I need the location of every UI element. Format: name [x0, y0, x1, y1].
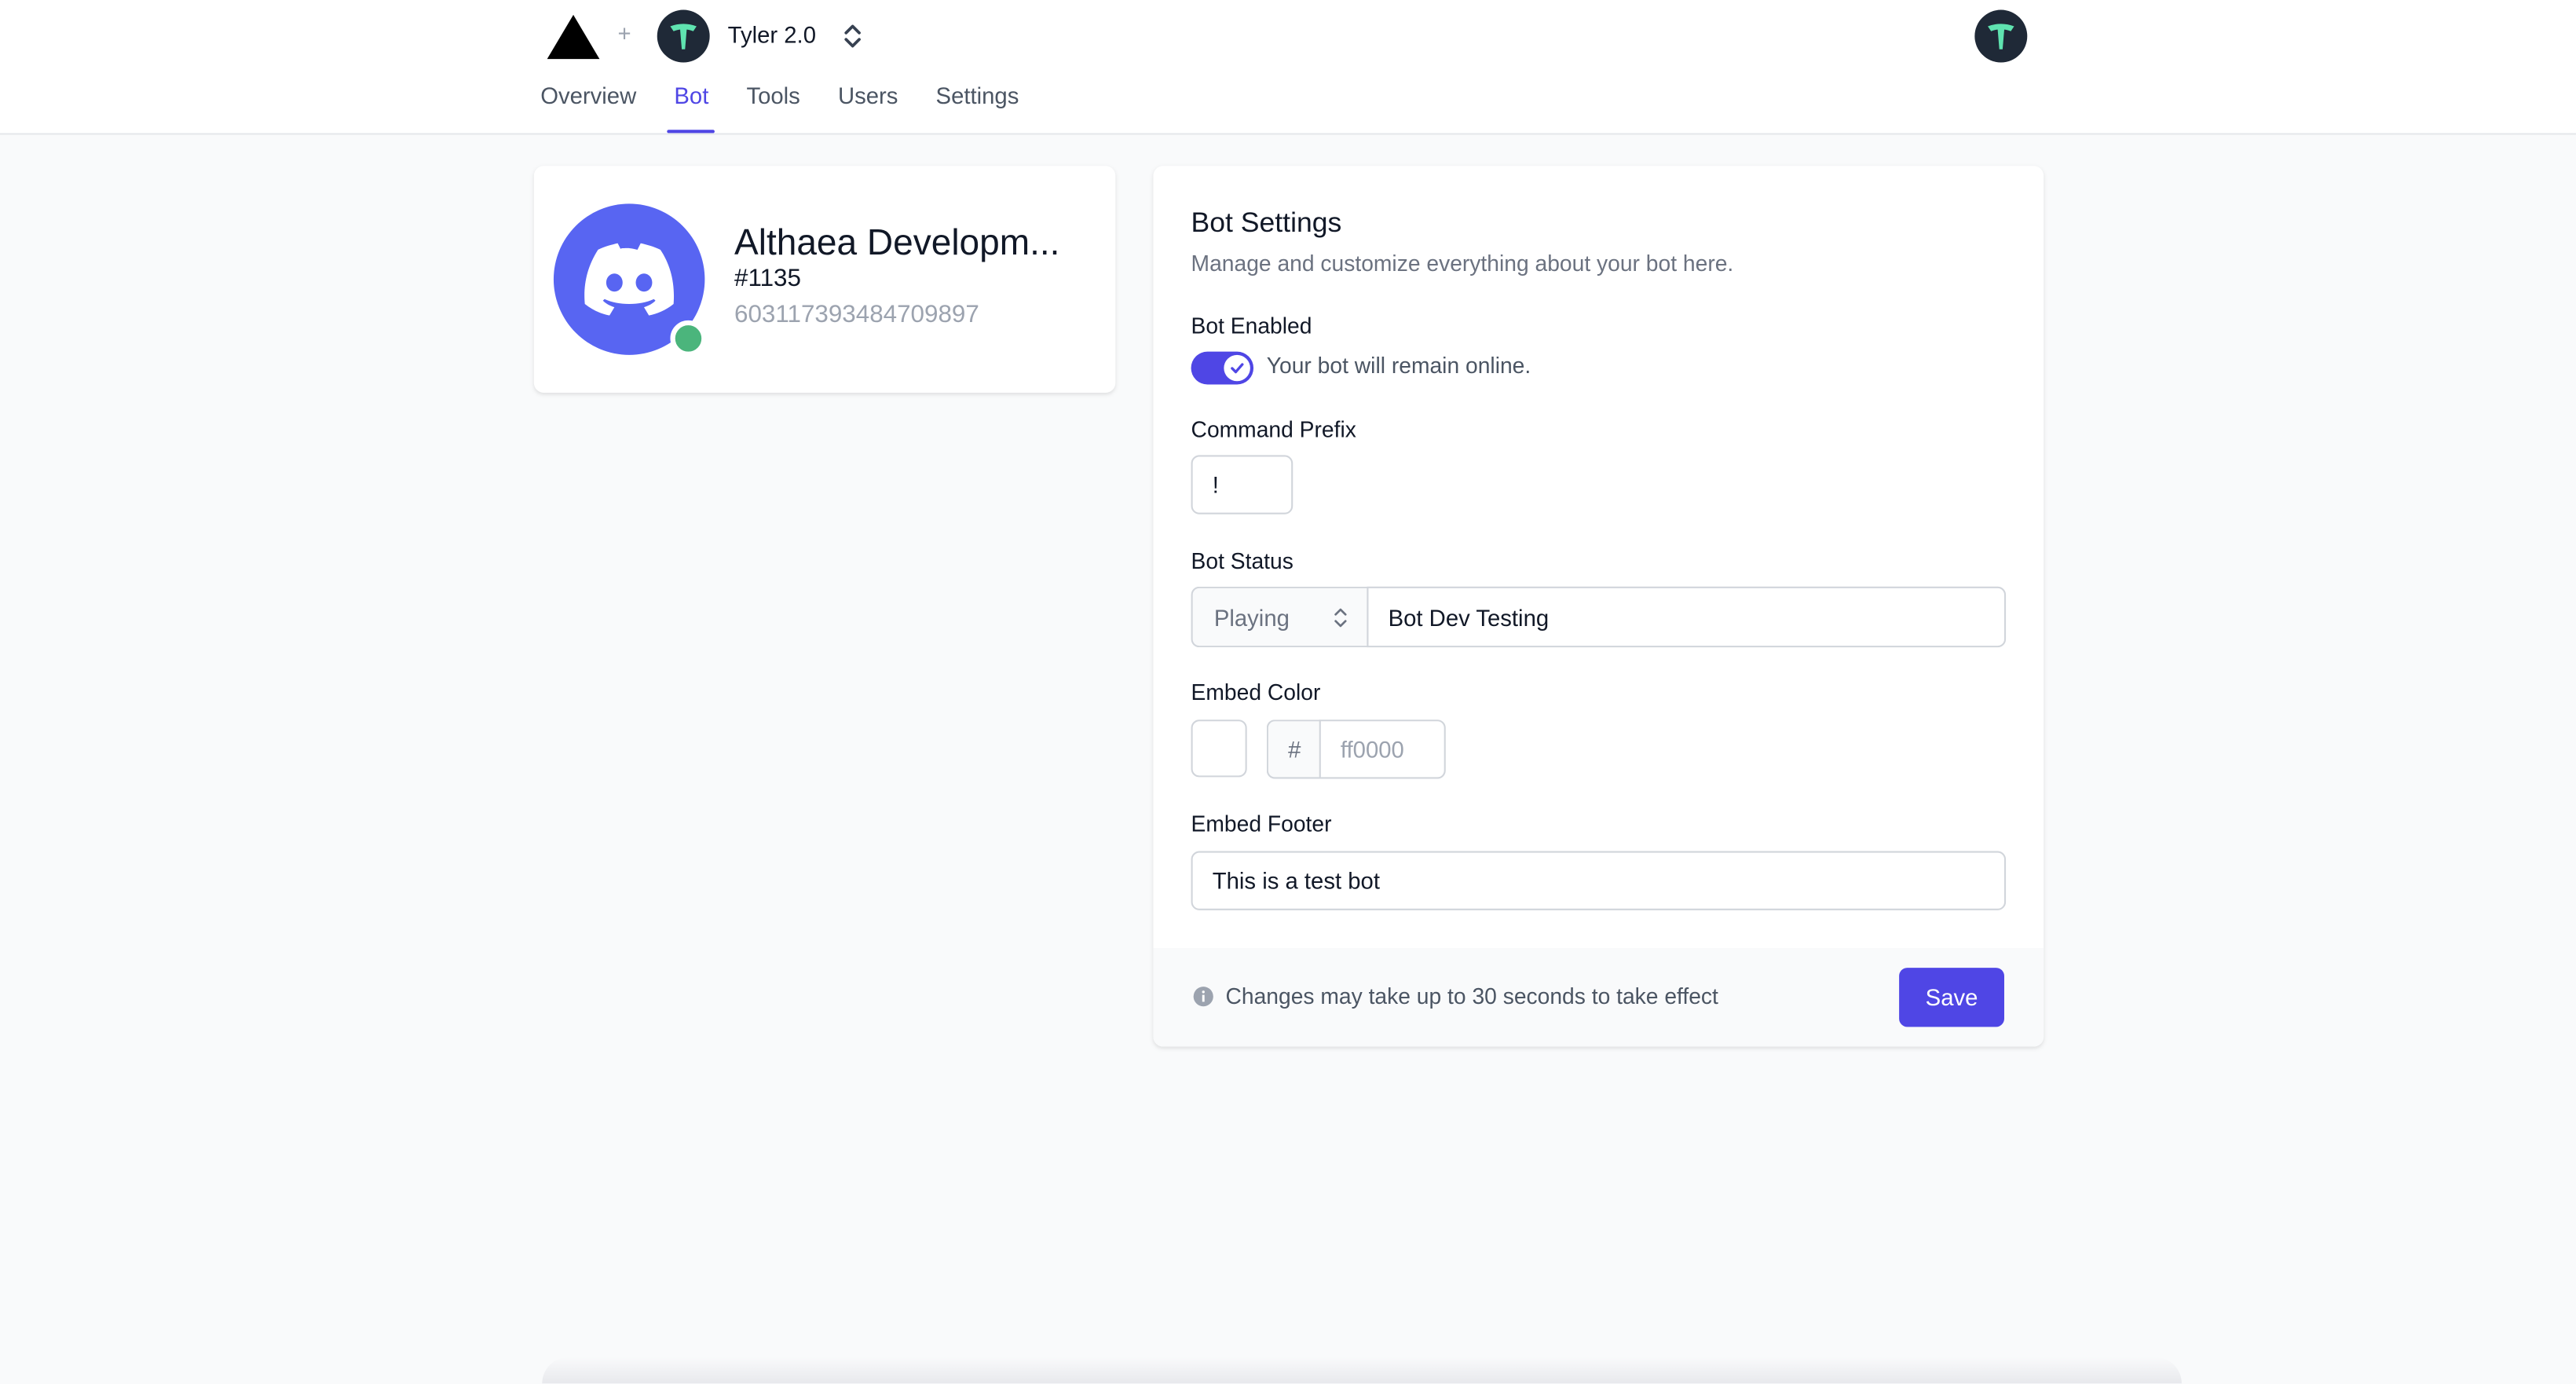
- nav-tabs: Overview Bot Tools Users Settings: [540, 82, 1056, 135]
- online-status-indicator: [670, 320, 707, 357]
- bot-enabled-toggle[interactable]: [1191, 351, 1254, 385]
- tab-users[interactable]: Users: [838, 82, 898, 135]
- bot-status-label: Bot Status: [1191, 548, 1293, 574]
- chevron-up-down-icon[interactable]: [841, 21, 864, 51]
- project-avatar[interactable]: [657, 9, 710, 63]
- embed-footer-input[interactable]: This is a test bot: [1191, 851, 2007, 910]
- discord-logo-icon: [584, 243, 675, 316]
- toggle-knob: [1224, 354, 1250, 382]
- user-avatar[interactable]: [1974, 9, 2028, 63]
- embed-color-swatch[interactable]: [1191, 719, 1247, 778]
- embed-footer-label: Embed Footer: [1191, 811, 1332, 837]
- tab-tools[interactable]: Tools: [746, 82, 800, 135]
- settings-title: Bot Settings: [1191, 207, 1342, 239]
- check-icon: [1231, 363, 1244, 374]
- tab-settings[interactable]: Settings: [936, 82, 1019, 135]
- bot-name: Althaea Developm...: [734, 222, 1060, 263]
- bot-settings-card: Bot Settings Manage and customize everyt…: [1153, 166, 2044, 1047]
- command-prefix-label: Command Prefix: [1191, 417, 1356, 442]
- project-name[interactable]: Tyler 2.0: [728, 21, 816, 47]
- plus-separator: +: [617, 20, 631, 46]
- status-type-select[interactable]: Playing: [1191, 586, 1369, 648]
- info-icon: [1193, 987, 1213, 1007]
- embed-color-label: Embed Color: [1191, 680, 1321, 705]
- bot-discriminator: #1135: [734, 264, 801, 293]
- settings-footer: Changes may take up to 30 seconds to tak…: [1153, 947, 2044, 1047]
- top-header: + Tyler 2.0 Overview Bot Tools Users Set…: [0, 0, 2576, 135]
- command-prefix-input[interactable]: !: [1191, 455, 1293, 514]
- status-type-value: Playing: [1213, 603, 1290, 631]
- chevron-up-down-icon: [1334, 608, 1347, 628]
- bot-enabled-label: Bot Enabled: [1191, 313, 1312, 339]
- bot-enabled-description: Your bot will remain online.: [1266, 353, 1531, 379]
- bot-profile-card: [533, 166, 1116, 393]
- embed-color-input[interactable]: ff0000: [1319, 719, 1446, 779]
- settings-description: Manage and customize everything about yo…: [1191, 251, 1734, 276]
- tab-overview[interactable]: Overview: [540, 82, 636, 135]
- app-root: + Tyler 2.0 Overview Bot Tools Users Set…: [0, 0, 2576, 1384]
- t-logo-icon: [1988, 24, 2014, 49]
- tab-bot[interactable]: Bot: [668, 82, 715, 135]
- status-text-input[interactable]: Bot Dev Testing: [1367, 586, 2007, 648]
- bottom-shadow: [542, 1357, 2182, 1384]
- save-button[interactable]: Save: [1899, 968, 2004, 1027]
- hash-addon: #: [1266, 719, 1321, 779]
- vercel-logo-icon[interactable]: [547, 14, 600, 60]
- bot-id: 603117393484709897: [734, 300, 979, 329]
- save-notice: Changes may take up to 30 seconds to tak…: [1225, 983, 1718, 1009]
- t-logo-icon: [670, 24, 697, 49]
